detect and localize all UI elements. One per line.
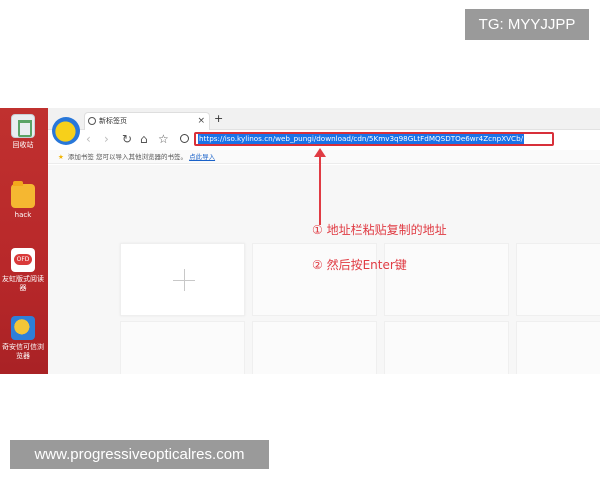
shortcut-tile[interactable] — [252, 321, 377, 374]
globe-icon — [88, 117, 96, 125]
screenshot-region: 回收站 hack 友虹版式阅读器 奇安信可信浏览器 新标签页 × + ‹ › — [0, 108, 600, 374]
back-icon[interactable]: ‹ — [86, 131, 91, 147]
reload-icon[interactable]: ↻ — [122, 131, 132, 147]
folder-icon — [11, 181, 35, 208]
shortcut-tile[interactable] — [516, 243, 600, 316]
desktop-icon-label: hack — [14, 211, 32, 219]
tab-bar: 新标签页 × + — [48, 108, 600, 130]
desktop-icon-ofd-reader[interactable]: 友虹版式阅读器 — [0, 248, 46, 293]
shortcut-tile[interactable] — [120, 321, 245, 374]
ofd-reader-icon — [11, 248, 35, 272]
desktop-sidebar: 回收站 hack 友虹版式阅读器 奇安信可信浏览器 — [0, 108, 48, 374]
address-bar[interactable]: https://iso.kylinos.cn/web_pungi/downloa… — [194, 132, 554, 146]
tg-watermark: TG: MYYJJPP — [465, 9, 589, 40]
desktop-icon-browser[interactable]: 奇安信可信浏览器 — [0, 316, 46, 361]
desktop-icon-recycle-bin[interactable]: 回收站 — [0, 114, 46, 150]
shortcut-tile[interactable] — [252, 243, 377, 316]
browser-logo-icon — [52, 117, 80, 145]
add-shortcut-tile[interactable] — [120, 243, 245, 316]
close-icon[interactable]: × — [197, 113, 205, 129]
desktop-icon-label: 奇安信可信浏览器 — [2, 343, 44, 360]
import-bookmarks-link[interactable]: 点此导入 — [189, 153, 215, 161]
site-info-icon[interactable] — [180, 134, 189, 143]
shortcut-tile[interactable] — [384, 321, 509, 374]
desktop-icon-label: 回收站 — [12, 141, 34, 149]
annotation-step-2: ② 然后按Enter键 — [312, 258, 407, 272]
browser-app-icon — [11, 316, 35, 340]
annotation-arrow — [319, 150, 321, 225]
annotation-step-1: ① 地址栏粘贴复制的地址 — [312, 223, 447, 237]
site-watermark: www.progressiveopticalres.com — [10, 440, 269, 469]
tab-new-tab-page[interactable]: 新标签页 × — [84, 112, 210, 130]
star-icon[interactable]: ☆ — [158, 131, 169, 147]
navigation-bar: ‹ › ↻ ⌂ ☆ https://iso.kylinos.cn/web_pun… — [80, 130, 600, 149]
address-bar-url[interactable]: https://iso.kylinos.cn/web_pungi/downloa… — [198, 134, 525, 144]
desktop-icon-hack[interactable]: hack — [0, 181, 46, 220]
desktop-icon-label: 友虹版式阅读器 — [2, 275, 44, 292]
shortcut-tile[interactable] — [516, 321, 600, 374]
forward-icon[interactable]: › — [104, 131, 109, 147]
tab-title: 新标签页 — [99, 117, 127, 125]
shortcut-tile[interactable] — [384, 243, 509, 316]
bookmark-star-icon: ★ — [58, 153, 64, 161]
trash-icon — [11, 114, 35, 138]
home-icon[interactable]: ⌂ — [140, 131, 148, 147]
bookmarks-hint: 添加书签 您可以导入其他浏览器的书签。 — [67, 153, 187, 161]
new-tab-button[interactable]: + — [214, 113, 223, 125]
